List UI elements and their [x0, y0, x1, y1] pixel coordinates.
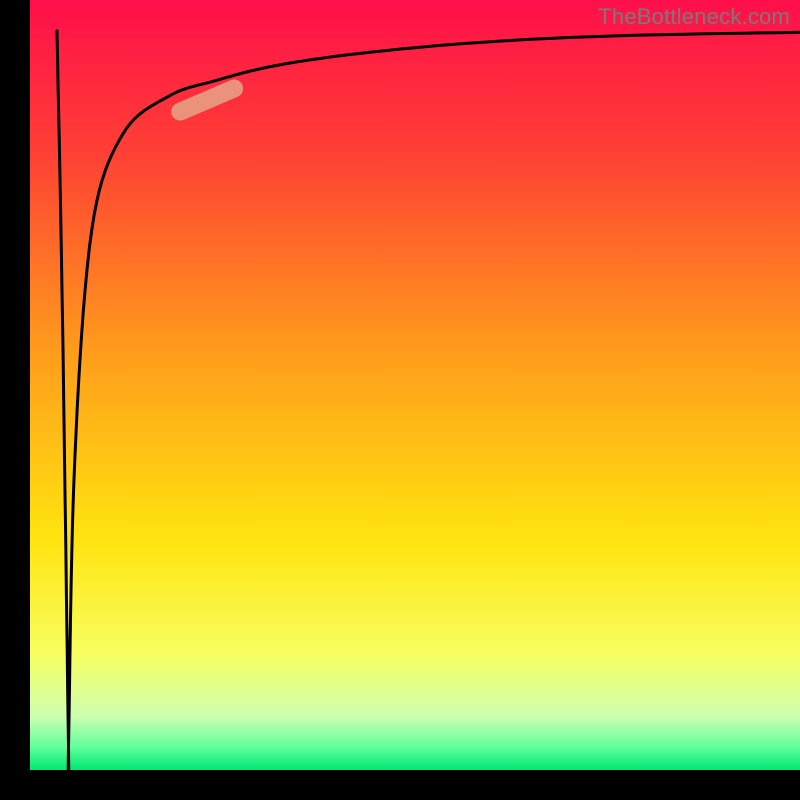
chart-svg — [0, 0, 800, 800]
watermark: TheBottleneck.com — [598, 4, 790, 30]
gradient-background — [30, 0, 800, 770]
plot-area — [30, 0, 800, 792]
chart-container: TheBottleneck.com — [0, 0, 800, 800]
x-axis-bar — [0, 770, 800, 800]
y-axis-bar — [0, 0, 30, 800]
